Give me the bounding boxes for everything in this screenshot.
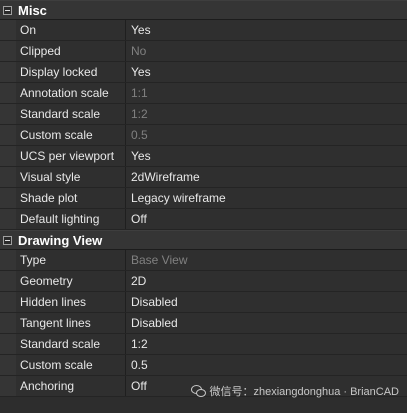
property-row-standard-scale[interactable]: Standard scale 1:2	[0, 104, 407, 125]
property-value: 1:1	[126, 83, 407, 103]
watermark: 微信号：zhexiangdonghua · BrianCAD	[191, 383, 399, 399]
property-name: On	[16, 20, 126, 40]
property-name: Annotation scale	[16, 83, 126, 103]
property-name: Custom scale	[16, 355, 126, 375]
property-value: No	[126, 41, 407, 61]
property-row-custom-scale[interactable]: Custom scale 0.5	[0, 355, 407, 376]
property-value[interactable]: Off	[126, 209, 407, 229]
property-name: Standard scale	[16, 104, 126, 124]
property-value: 0.5	[126, 125, 407, 145]
section-header-misc[interactable]: Misc	[0, 0, 407, 20]
property-name: Type	[16, 250, 126, 270]
property-value[interactable]: Disabled	[126, 292, 407, 312]
property-value[interactable]: Yes	[126, 62, 407, 82]
property-row-custom-scale[interactable]: Custom scale 0.5	[0, 125, 407, 146]
property-value[interactable]: Disabled	[126, 313, 407, 333]
property-name: Anchoring	[16, 376, 126, 396]
property-row-ucs-per-viewport[interactable]: UCS per viewport Yes	[0, 146, 407, 167]
property-value: 1:2	[126, 104, 407, 124]
property-name: Clipped	[16, 41, 126, 61]
property-name: Shade plot	[16, 188, 126, 208]
property-row-shade-plot[interactable]: Shade plot Legacy wireframe	[0, 188, 407, 209]
property-value[interactable]: Yes	[126, 20, 407, 40]
property-value[interactable]: 1:2	[126, 334, 407, 354]
property-row-default-lighting[interactable]: Default lighting Off	[0, 209, 407, 230]
property-row-standard-scale[interactable]: Standard scale 1:2	[0, 334, 407, 355]
collapse-minus-icon[interactable]	[3, 5, 12, 15]
property-row-display-locked[interactable]: Display locked Yes	[0, 62, 407, 83]
property-row-visual-style[interactable]: Visual style 2dWireframe	[0, 167, 407, 188]
property-row-clipped[interactable]: Clipped No	[0, 41, 407, 62]
property-value[interactable]: 2dWireframe	[126, 167, 407, 187]
section-drawing-view: Drawing View Type Base View Geometry 2D Hi…	[0, 230, 407, 397]
property-name: Geometry	[16, 271, 126, 291]
property-row-geometry[interactable]: Geometry 2D	[0, 271, 407, 292]
properties-palette: Misc On Yes Clipped No Display locked Yes A…	[0, 0, 407, 413]
section-header-drawing-view[interactable]: Drawing View	[0, 230, 407, 250]
section-title: Drawing View	[18, 232, 103, 248]
property-name: Tangent lines	[16, 313, 126, 333]
property-name: Custom scale	[16, 125, 126, 145]
property-value[interactable]: 2D	[126, 271, 407, 291]
property-value[interactable]: Yes	[126, 146, 407, 166]
rows-drawing-view: Type Base View Geometry 2D Hidden lines Dis…	[0, 250, 407, 397]
rows-misc: On Yes Clipped No Display locked Yes Annota…	[0, 20, 407, 230]
property-row-type[interactable]: Type Base View	[0, 250, 407, 271]
collapse-minus-icon[interactable]	[3, 235, 12, 245]
section-misc: Misc On Yes Clipped No Display locked Yes A…	[0, 0, 407, 230]
property-value[interactable]: 0.5	[126, 355, 407, 375]
property-name: UCS per viewport	[16, 146, 126, 166]
property-row-annotation-scale[interactable]: Annotation scale 1:1	[0, 83, 407, 104]
property-name: Display locked	[16, 62, 126, 82]
property-row-on[interactable]: On Yes	[0, 20, 407, 41]
property-name: Visual style	[16, 167, 126, 187]
section-title: Misc	[18, 2, 47, 18]
property-name: Standard scale	[16, 334, 126, 354]
wechat-icon	[191, 385, 207, 397]
property-value[interactable]: Legacy wireframe	[126, 188, 407, 208]
watermark-text: 微信号：zhexiangdonghua · BrianCAD	[209, 386, 399, 398]
property-row-tangent-lines[interactable]: Tangent lines Disabled	[0, 313, 407, 334]
property-name: Default lighting	[16, 209, 126, 229]
property-name: Hidden lines	[16, 292, 126, 312]
property-row-hidden-lines[interactable]: Hidden lines Disabled	[0, 292, 407, 313]
property-value: Base View	[126, 250, 407, 270]
